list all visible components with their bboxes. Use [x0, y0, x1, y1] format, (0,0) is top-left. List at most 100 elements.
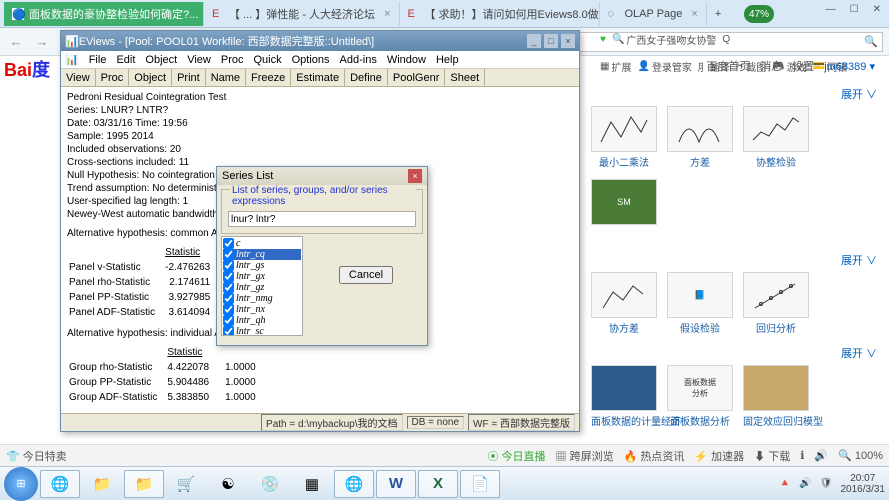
taskbar-icon[interactable]: 📁 — [82, 470, 122, 498]
series-input[interactable] — [228, 211, 416, 227]
taskbar-icon[interactable]: X — [418, 470, 458, 498]
list-item[interactable]: lntr_sc — [223, 326, 301, 336]
ev-close[interactable]: × — [561, 34, 575, 48]
thumb-link[interactable]: 最小二乘法 — [599, 158, 649, 169]
speed-link[interactable]: 加速器 — [711, 451, 744, 463]
taskbar-icon[interactable]: 🌐 — [334, 470, 374, 498]
list-item[interactable]: lntr_gz — [223, 282, 301, 293]
menu-options[interactable]: Options — [292, 54, 330, 66]
cross-screen[interactable]: 跨屏浏览 — [570, 451, 614, 463]
menu-help[interactable]: Help — [436, 54, 459, 66]
menu-quick[interactable]: Quick — [253, 54, 281, 66]
taskbar-icon[interactable]: 💿 — [250, 470, 290, 498]
menu-file[interactable]: File — [89, 54, 107, 66]
browser-tab-3[interactable]: ◌OLAP Page× — [600, 2, 707, 26]
ext-btn[interactable]: ▦ 扩展 — [600, 59, 631, 74]
tb-name[interactable]: Name — [206, 69, 246, 86]
close-icon[interactable]: × — [384, 8, 390, 20]
thumb-link[interactable]: 面板数据分析 — [670, 417, 730, 428]
tb-sheet[interactable]: Sheet — [445, 69, 485, 86]
tray-icon[interactable]: 🛡 — [820, 478, 833, 489]
menu-window[interactable]: Window — [387, 54, 426, 66]
thumb-icon[interactable] — [743, 365, 809, 411]
system-clock[interactable]: 20:072016/3/31 — [841, 473, 886, 495]
eviews-titlebar[interactable]: 📊 EViews - [Pool: POOL01 Workfile: 西部数据完… — [61, 31, 579, 51]
tb-view[interactable]: View — [61, 69, 96, 86]
start-button[interactable]: ⊞ — [4, 467, 38, 501]
link-home[interactable]: 百度首页 — [706, 58, 750, 74]
new-tab[interactable]: + — [707, 2, 729, 26]
menu-addins[interactable]: Add-ins — [340, 54, 377, 66]
cancel-button[interactable]: Cancel — [339, 266, 393, 284]
taskbar-icon[interactable]: ▦ — [292, 470, 332, 498]
menu-view[interactable]: View — [187, 54, 211, 66]
close-icon[interactable]: × — [408, 169, 422, 183]
link-set[interactable]: 设置 — [792, 58, 814, 74]
expand-link[interactable]: 展开 ∨ — [841, 252, 877, 268]
browser-tab-2[interactable]: E【 求助！】请问如何用Eviews8.0做...× — [400, 2, 600, 26]
download-link[interactable]: 下载 — [768, 451, 790, 463]
list-item[interactable]: lntr_gx — [223, 271, 301, 282]
today-sale[interactable]: 今日特卖 — [23, 451, 67, 463]
taskbar-icon[interactable]: W — [376, 470, 416, 498]
tb-proc[interactable]: Proc — [96, 69, 130, 86]
thumb-icon[interactable] — [591, 365, 657, 411]
thumb-link[interactable]: 协方差 — [609, 324, 639, 335]
thumb-icon[interactable] — [743, 272, 809, 318]
tray-icon[interactable]: 🔊 — [799, 478, 811, 489]
max-button[interactable]: ☐ — [844, 2, 865, 17]
dialog-titlebar[interactable]: Series List × — [217, 167, 427, 185]
close-button[interactable]: ✕ — [867, 2, 887, 17]
min-button[interactable]: — — [820, 2, 842, 17]
zoom-level[interactable]: 🔍 100% — [838, 449, 883, 462]
ext-login[interactable]: 👤 登录管家 — [637, 59, 691, 74]
hot-news[interactable]: 热点资讯 — [640, 451, 684, 463]
list-item[interactable]: c — [223, 238, 301, 249]
close-icon[interactable]: × — [691, 8, 697, 20]
link-user[interactable]: jm68389 ▾ — [824, 60, 875, 73]
thumb-link[interactable]: 假设检验 — [680, 324, 720, 335]
tb-poolgenr[interactable]: PoolGenr — [388, 69, 445, 86]
list-item[interactable]: lntr_gs — [223, 260, 301, 271]
ev-max[interactable]: □ — [544, 34, 558, 48]
thumb-icon[interactable]: SM — [591, 179, 657, 225]
expand-link[interactable]: 展开 ∨ — [841, 345, 877, 361]
browser-tab-0[interactable]: 🔵面板数据的豪协整检验如何确定?...× — [4, 2, 204, 26]
thumb-icon[interactable] — [743, 106, 809, 152]
thumb-icon[interactable]: 📘 — [667, 272, 733, 318]
taskbar-icon[interactable]: 🛒 — [166, 470, 206, 498]
thumb-link[interactable]: 方差 — [690, 158, 710, 169]
thumb-icon[interactable] — [591, 106, 657, 152]
expand-link[interactable]: 展开 ∨ — [841, 86, 877, 102]
taskbar-icon[interactable]: 🌐 — [40, 470, 80, 498]
tb-object[interactable]: Object — [129, 69, 172, 86]
menu-proc[interactable]: Proc — [221, 54, 244, 66]
tray-icon[interactable]: 🔺 — [779, 478, 791, 489]
browser-tab-1[interactable]: E【 ... 】弹性能 - 人大经济论坛× — [204, 2, 400, 26]
ev-min[interactable]: _ — [527, 34, 541, 48]
series-checklist[interactable]: c lntr_cq lntr_gs lntr_gx lntr_gz lntr_n… — [221, 236, 303, 336]
menu-object[interactable]: Object — [145, 54, 177, 66]
taskbar-icon[interactable]: ☯ — [208, 470, 248, 498]
list-item[interactable]: lntr_qh — [223, 315, 301, 326]
forward-button[interactable]: → — [32, 32, 52, 52]
thumb-link[interactable]: 回归分析 — [756, 324, 796, 335]
taskbar-icon[interactable]: 📄 — [460, 470, 500, 498]
link-msg[interactable]: 消息 — [760, 58, 782, 74]
list-item[interactable]: lntr_nmg — [223, 293, 301, 304]
taskbar-icon[interactable]: 📁 — [124, 470, 164, 498]
list-item[interactable]: lntr_cq — [223, 249, 301, 260]
thumb-icon[interactable] — [591, 272, 657, 318]
thumb-link[interactable]: 固定效应回归模型 — [743, 417, 823, 428]
tb-freeze[interactable]: Freeze — [246, 69, 291, 86]
thumb-icon[interactable]: 面板数据分析 — [667, 365, 733, 411]
back-button[interactable]: ← — [6, 32, 26, 52]
thumb-icon[interactable] — [667, 106, 733, 152]
list-item[interactable]: lntr_nx — [223, 304, 301, 315]
menu-edit[interactable]: Edit — [116, 54, 135, 66]
live-link[interactable]: 今日直播 — [502, 451, 546, 463]
thumb-link[interactable]: 协整检验 — [756, 158, 796, 169]
tb-print[interactable]: Print — [172, 69, 206, 86]
accel-badge[interactable]: 47% — [744, 5, 774, 23]
tb-define[interactable]: Define — [345, 69, 388, 86]
